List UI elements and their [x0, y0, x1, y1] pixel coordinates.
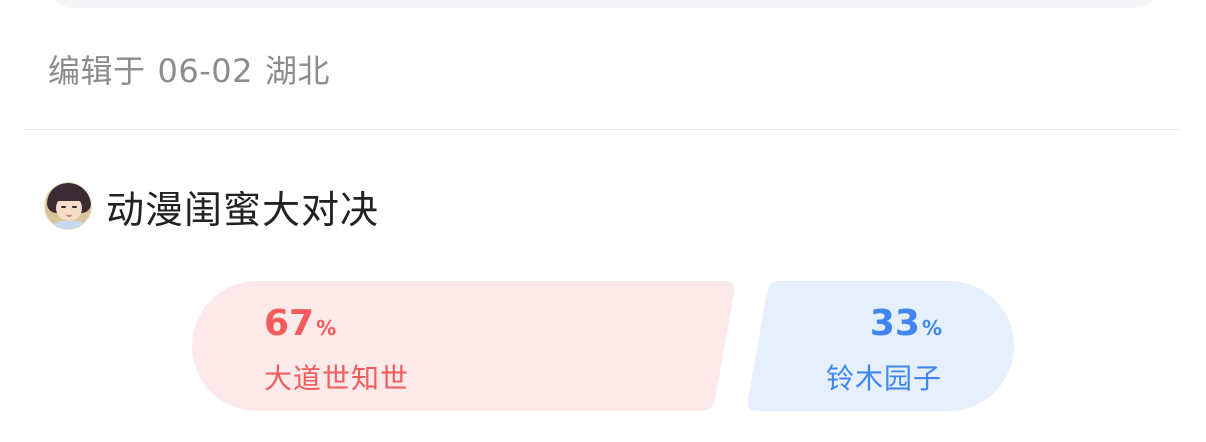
- topic-avatar-icon[interactable]: [44, 182, 92, 230]
- post-meta: 编辑于 06-02 湖北: [48, 46, 330, 92]
- vote-right-percent: 33%: [869, 303, 942, 344]
- edit-location: 湖北: [265, 52, 331, 90]
- edited-label: 编辑于: [48, 52, 146, 90]
- vote-option-left[interactable]: 67% 大道世知世: [192, 281, 736, 411]
- vote-right-label: 铃木园子: [825, 362, 942, 395]
- previous-card-edge: [48, 0, 1160, 8]
- vote-left-percent: 67%: [264, 303, 337, 344]
- topic-title[interactable]: 动漫闺蜜大对决: [106, 179, 379, 234]
- topic-header[interactable]: 动漫闺蜜大对决: [44, 180, 379, 232]
- vote-option-right[interactable]: 33% 铃木园子: [746, 281, 1014, 411]
- vote-widget: 67% 大道世知世 33% 铃木园子: [192, 281, 1014, 411]
- section-divider: [24, 129, 1182, 130]
- edit-date: 06-02: [157, 52, 253, 90]
- vote-left-label: 大道世知世: [264, 362, 410, 395]
